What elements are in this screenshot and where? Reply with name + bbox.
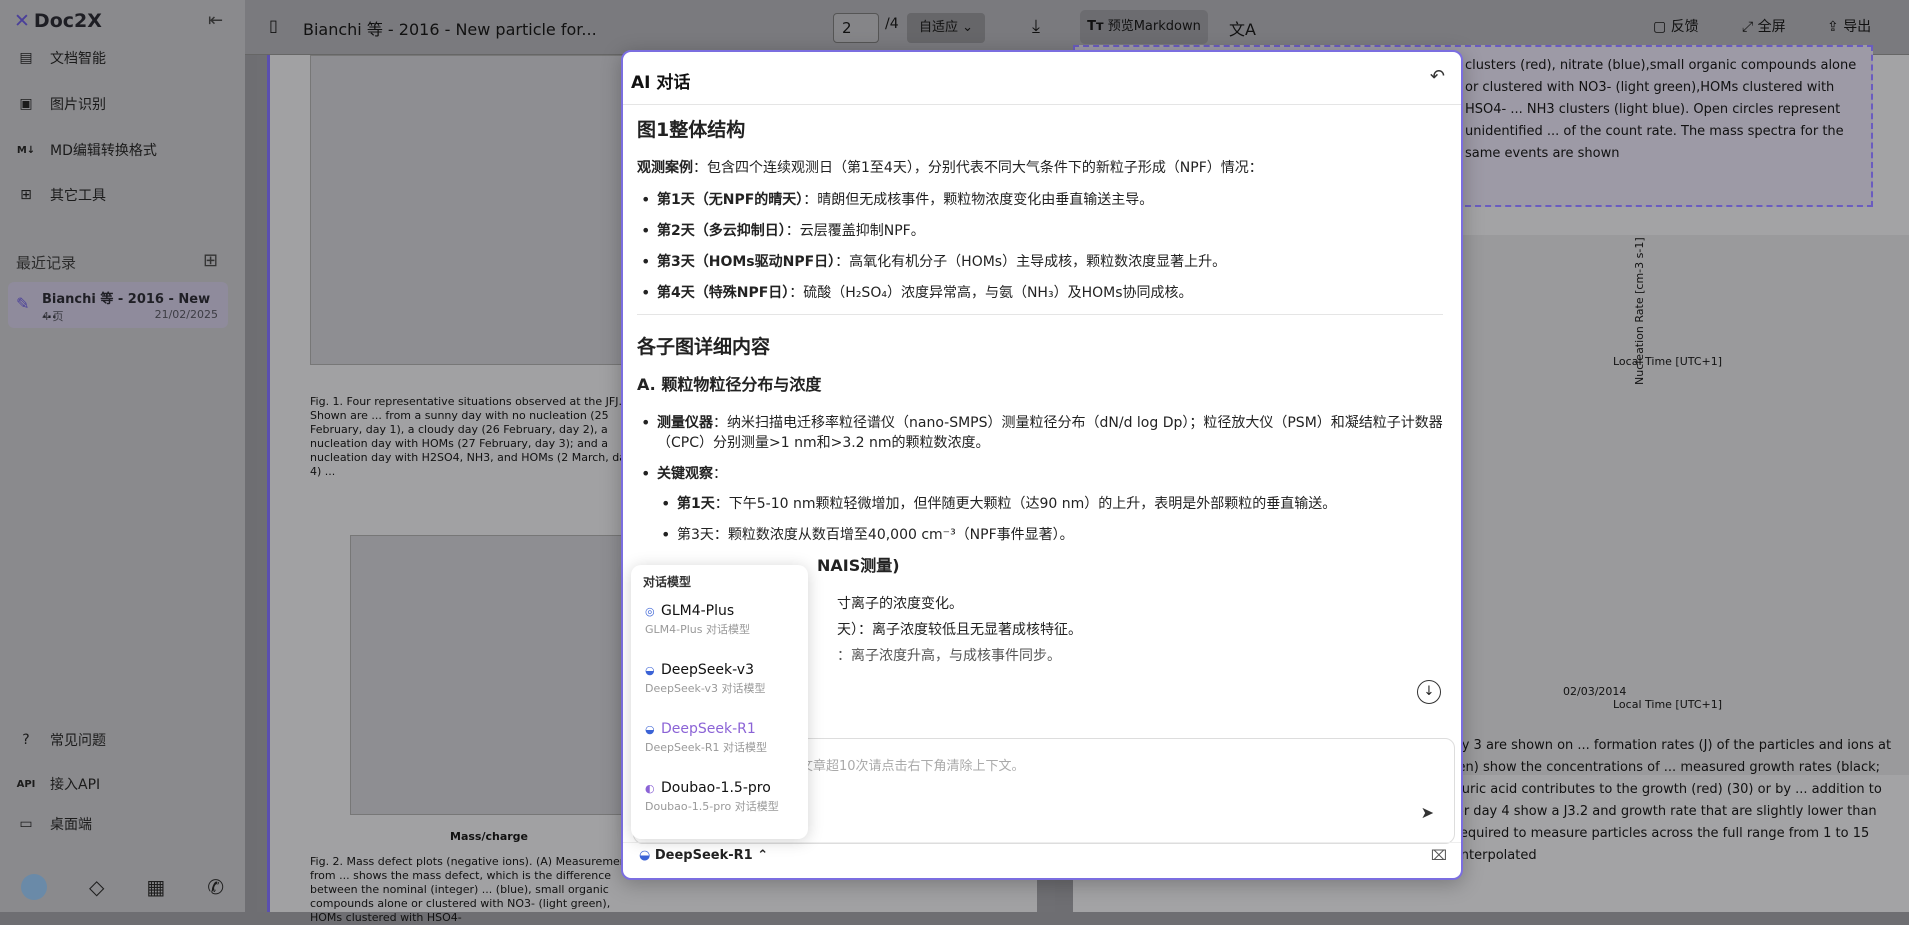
list-item: 关键观察： 第1天：下午5-10 nm颗粒轻微增加，但伴随更大颗粒（达90 nm…	[637, 464, 1443, 545]
deepseek-icon: ◒	[639, 848, 651, 863]
page-total: /4	[885, 16, 899, 32]
dropdown-header: 对话模型	[643, 575, 692, 589]
recent-item-pages: 4 页	[42, 310, 64, 323]
sidebar-item-faq[interactable]: ? 常见问题	[16, 730, 106, 750]
right-top-text: clusters (red), nitrate (blue),small org…	[1465, 58, 1857, 161]
chevron-down-icon: ⌄	[962, 20, 974, 35]
app-logo[interactable]: ✕ Doc2X	[14, 10, 102, 32]
text-icon: Tт	[1087, 19, 1104, 34]
fig2-xlabel: Mass/charge	[450, 830, 529, 843]
model-dropdown: 对话模型 ◎ GLM4-Plus GLM4-Plus 对话模型 ◒ DeepSeek…	[631, 565, 808, 839]
sidebar-item-api[interactable]: API 接入API	[16, 774, 101, 794]
diamond-icon[interactable]: ◇	[89, 875, 104, 899]
sidebar: ✕ Doc2X ⇤ ▤ 文档智能 ▣ 图片识别 M↓ MD编辑转换格式 ⊞ 其它工具 最近…	[0, 0, 245, 912]
fig1-image	[310, 55, 640, 365]
date-label: 02/03/2014	[1563, 685, 1627, 698]
document-icon: ✎	[16, 294, 30, 313]
help-icon: ?	[22, 732, 30, 748]
right-figure-image	[1453, 235, 1909, 775]
preview-markdown-button[interactable]: Tт 预览Markdown	[1080, 10, 1208, 44]
axis-time-label-2: Local Time [UTC+1]	[1613, 698, 1723, 711]
clear-context-icon[interactable]: ⌧	[1431, 848, 1447, 864]
send-icon[interactable]: ➤	[1421, 803, 1434, 822]
calendar-icon[interactable]: ▦	[146, 875, 165, 899]
model-selector[interactable]: ◒ DeepSeek-R1 ⌃	[639, 848, 768, 863]
sidebar-item-md-convert[interactable]: M↓ MD编辑转换格式	[16, 140, 157, 160]
grid-view-icon[interactable]: ⊞	[203, 250, 218, 271]
model-option-doubao[interactable]: ◐ Doubao-1.5-pro Doubao-1.5-pro 对话模型	[645, 780, 805, 814]
api-icon: API	[16, 778, 36, 790]
fig2-caption: Fig. 2. Mass defect plots (negative ions…	[310, 855, 637, 924]
divider	[623, 842, 1461, 843]
doc-smart-icon: ▤	[19, 50, 33, 66]
chevron-up-icon: ⌃	[757, 848, 769, 863]
bookmark-icon[interactable]: ▯	[269, 16, 278, 35]
arrow-down-icon: ↓	[1423, 684, 1435, 699]
heading-a: A. 颗粒物粒径分布与浓度	[637, 375, 822, 394]
list-item: 第1天（无NPF的晴天）：晴朗但无成核事件，颗粒物浓度变化由垂直输送主导。	[637, 190, 1443, 210]
feedback-icon: ▢	[1653, 19, 1667, 35]
list-item: 第3天：颗粒数浓度从数百增至40,000 cm⁻³（NPF事件显著）。	[657, 525, 1443, 545]
model-option-deepseek-v3[interactable]: ◒ DeepSeek-v3 DeepSeek-v3 对话模型	[645, 662, 805, 696]
export-icon: ⇪	[1827, 19, 1839, 35]
model-option-deepseek-r1[interactable]: ◒ DeepSeek-R1 DeepSeek-R1 对话模型	[645, 721, 805, 755]
heading-fig1: 图1整体结构	[637, 119, 746, 141]
avatar[interactable]	[20, 874, 47, 900]
dialog-title: AI 对话	[631, 73, 691, 93]
doubao-icon: ◐	[645, 782, 655, 795]
translate-icon[interactable]: 文A	[1229, 16, 1256, 40]
day-list: 第1天（无NPF的晴天）：晴朗但无成核事件，颗粒物浓度变化由垂直输送主导。 第2…	[637, 190, 1443, 303]
fig1-caption: Fig. 1. Four representative situations o…	[310, 395, 633, 478]
obs-paragraph: 观测案例：包含四个连续观测日（第1至4天），分别代表不同大气条件下的新粒子形成（…	[637, 160, 1263, 176]
feedback-button[interactable]: ▢ 反馈	[1653, 16, 1699, 36]
recent-item-date: 21/02/2025	[154, 308, 218, 321]
recent-item[interactable]: ✎ Bianchi 等 - 2016 - New ... 4 页 21/02/2…	[8, 282, 228, 328]
model-option-glm4-plus[interactable]: ◎ GLM4-Plus GLM4-Plus 对话模型	[645, 603, 805, 637]
sidebar-item-other-tools[interactable]: ⊞ 其它工具	[16, 185, 106, 205]
scroll-to-bottom-button[interactable]: ↓	[1417, 680, 1441, 704]
sidebar-item-doc-smart[interactable]: ▤ 文档智能	[16, 48, 106, 68]
sidebar-bottom-bar: ◇ ▦ ✆	[0, 862, 245, 912]
document-title: Bianchi 等 - 2016 - New particle for...	[303, 20, 597, 39]
axis-time-label-1: Local Time [UTC+1]	[1613, 355, 1723, 368]
heading-subfigures: 各子图详细内容	[637, 336, 771, 358]
desktop-icon: ▭	[19, 816, 33, 832]
chat-input-placeholder: 每篇文章超10次请点击右下角清除上下文。	[774, 759, 1025, 774]
markdown-icon: M↓	[16, 144, 36, 156]
divider	[637, 314, 1443, 315]
page-number-input[interactable]: 2	[833, 13, 879, 43]
download-icon[interactable]: ⤓	[1032, 16, 1040, 37]
list-item: 第2天（多云抑制日）：云层覆盖抑制NPF。	[637, 221, 1443, 241]
divider	[623, 104, 1461, 105]
phone-icon[interactable]: ✆	[207, 875, 224, 899]
collapse-sidebar-icon[interactable]: ⇤	[208, 10, 223, 31]
export-button[interactable]: ⇪ 导出	[1827, 16, 1871, 36]
fig2-image	[350, 535, 640, 815]
zoom-fit-select[interactable]: 自适应 ⌄	[907, 13, 985, 43]
deepseek-icon: ◒	[645, 664, 655, 677]
sidebar-item-image-recognition[interactable]: ▣ 图片识别	[16, 94, 106, 114]
sidebar-item-desktop[interactable]: ▭ 桌面端	[16, 814, 92, 834]
glm-icon: ◎	[645, 605, 655, 618]
recent-section-title: 最近记录	[16, 254, 77, 272]
list-item: 测量仪器：纳米扫描电迁移率粒径谱仪（nano-SMPS）测量粒径分布（dN/d …	[637, 413, 1443, 453]
toolbox-icon: ⊞	[20, 187, 32, 203]
list-item: 第3天（HOMs驱动NPF日）：高氧化有机分子（HOMs）主导成核，颗粒数浓度显…	[637, 252, 1443, 272]
list-item: 第4天（特殊NPF日）：硫酸（H₂SO₄）浓度异常高，与氨（NH₃）及HOMs协…	[637, 283, 1443, 303]
list-item: 第1天：下午5-10 nm颗粒轻微增加，但伴随更大颗粒（达90 nm）的上升，表…	[657, 494, 1443, 514]
deepseek-icon: ◒	[645, 723, 655, 736]
expand-icon: ⤢	[1742, 19, 1754, 35]
doc2x-logo-icon: ✕	[14, 10, 30, 32]
image-recognition-icon: ▣	[19, 96, 33, 112]
fullscreen-button[interactable]: ⤢ 全屏	[1742, 16, 1786, 36]
back-icon[interactable]: ↶	[1430, 66, 1445, 87]
